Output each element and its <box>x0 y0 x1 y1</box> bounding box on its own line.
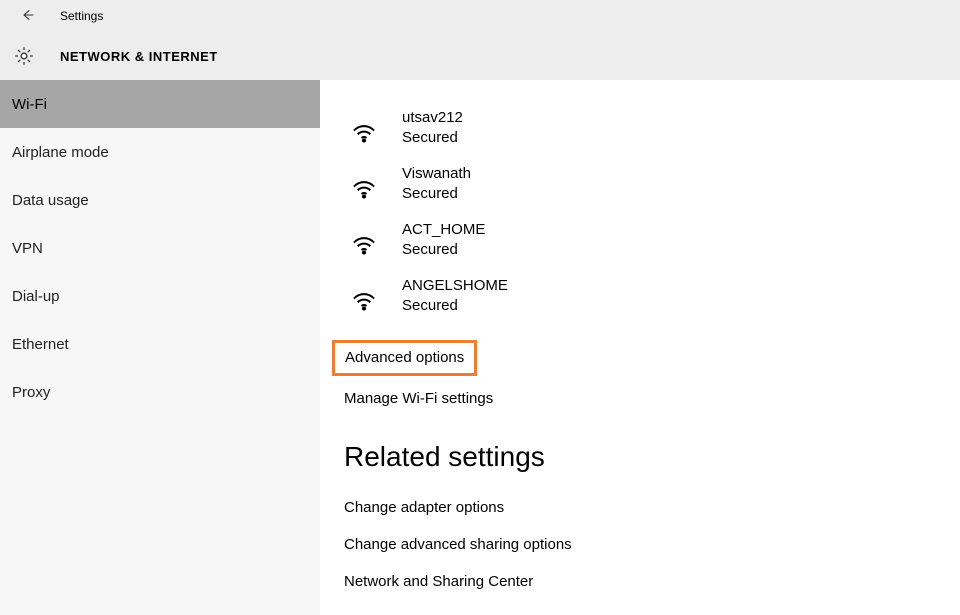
sidebar-item-label: VPN <box>12 240 43 257</box>
sidebar-item-label: Dial-up <box>12 288 60 305</box>
network-name: Viswanath <box>402 164 471 184</box>
related-settings-heading: Related settings <box>344 441 960 473</box>
advanced-options-link[interactable]: Advanced options <box>345 349 464 366</box>
network-item[interactable]: utsav212 Secured <box>344 100 960 156</box>
network-status: Secured <box>402 184 471 204</box>
related-link-sharing[interactable]: Change advanced sharing options <box>344 526 960 563</box>
manage-wifi-link[interactable]: Manage Wi-Fi settings <box>344 382 493 415</box>
sidebar: Wi-Fi Airplane mode Data usage VPN Dial-… <box>0 80 320 615</box>
network-name: ACT_HOME <box>402 220 485 240</box>
sidebar-item-ethernet[interactable]: Ethernet <box>0 320 320 368</box>
wifi-icon <box>344 108 384 148</box>
wifi-icon <box>344 164 384 204</box>
network-status: Secured <box>402 240 485 260</box>
network-text: utsav212 Secured <box>402 108 463 148</box>
gear-icon <box>12 44 36 68</box>
sidebar-item-label: Ethernet <box>12 336 69 353</box>
category-title: NETWORK & INTERNET <box>60 49 218 64</box>
sidebar-item-label: Data usage <box>12 192 89 209</box>
network-list: utsav212 Secured Viswanath Secured <box>344 100 960 324</box>
network-item[interactable]: Viswanath Secured <box>344 156 960 212</box>
network-name: utsav212 <box>402 108 463 128</box>
app-title: Settings <box>60 9 103 23</box>
related-link-adapter[interactable]: Change adapter options <box>344 489 960 526</box>
header: Settings NETWORK & INTERNET <box>0 0 960 80</box>
sidebar-item-vpn[interactable]: VPN <box>0 224 320 272</box>
network-text: Viswanath Secured <box>402 164 471 204</box>
sidebar-item-label: Proxy <box>12 384 50 401</box>
back-button[interactable] <box>16 4 40 28</box>
wifi-icon <box>344 220 384 260</box>
network-text: ACT_HOME Secured <box>402 220 485 260</box>
advanced-options-highlight: Advanced options <box>332 340 477 376</box>
sidebar-item-airplane-mode[interactable]: Airplane mode <box>0 128 320 176</box>
sidebar-item-wifi[interactable]: Wi-Fi <box>0 80 320 128</box>
sidebar-item-dial-up[interactable]: Dial-up <box>0 272 320 320</box>
network-item[interactable]: ANGELSHOME Secured <box>344 268 960 324</box>
sidebar-item-label: Wi-Fi <box>12 96 47 113</box>
main-panel: utsav212 Secured Viswanath Secured <box>320 80 960 615</box>
titlebar: Settings <box>0 0 960 32</box>
wifi-icon <box>344 276 384 316</box>
network-status: Secured <box>402 296 508 316</box>
network-name: ANGELSHOME <box>402 276 508 296</box>
sidebar-item-data-usage[interactable]: Data usage <box>0 176 320 224</box>
network-status: Secured <box>402 128 463 148</box>
content: Wi-Fi Airplane mode Data usage VPN Dial-… <box>0 80 960 615</box>
back-arrow-icon <box>20 7 36 26</box>
network-item[interactable]: ACT_HOME Secured <box>344 212 960 268</box>
network-text: ANGELSHOME Secured <box>402 276 508 316</box>
sidebar-item-proxy[interactable]: Proxy <box>0 368 320 416</box>
category-row: NETWORK & INTERNET <box>0 32 960 80</box>
sidebar-item-label: Airplane mode <box>12 144 109 161</box>
related-link-network-center[interactable]: Network and Sharing Center <box>344 563 960 600</box>
